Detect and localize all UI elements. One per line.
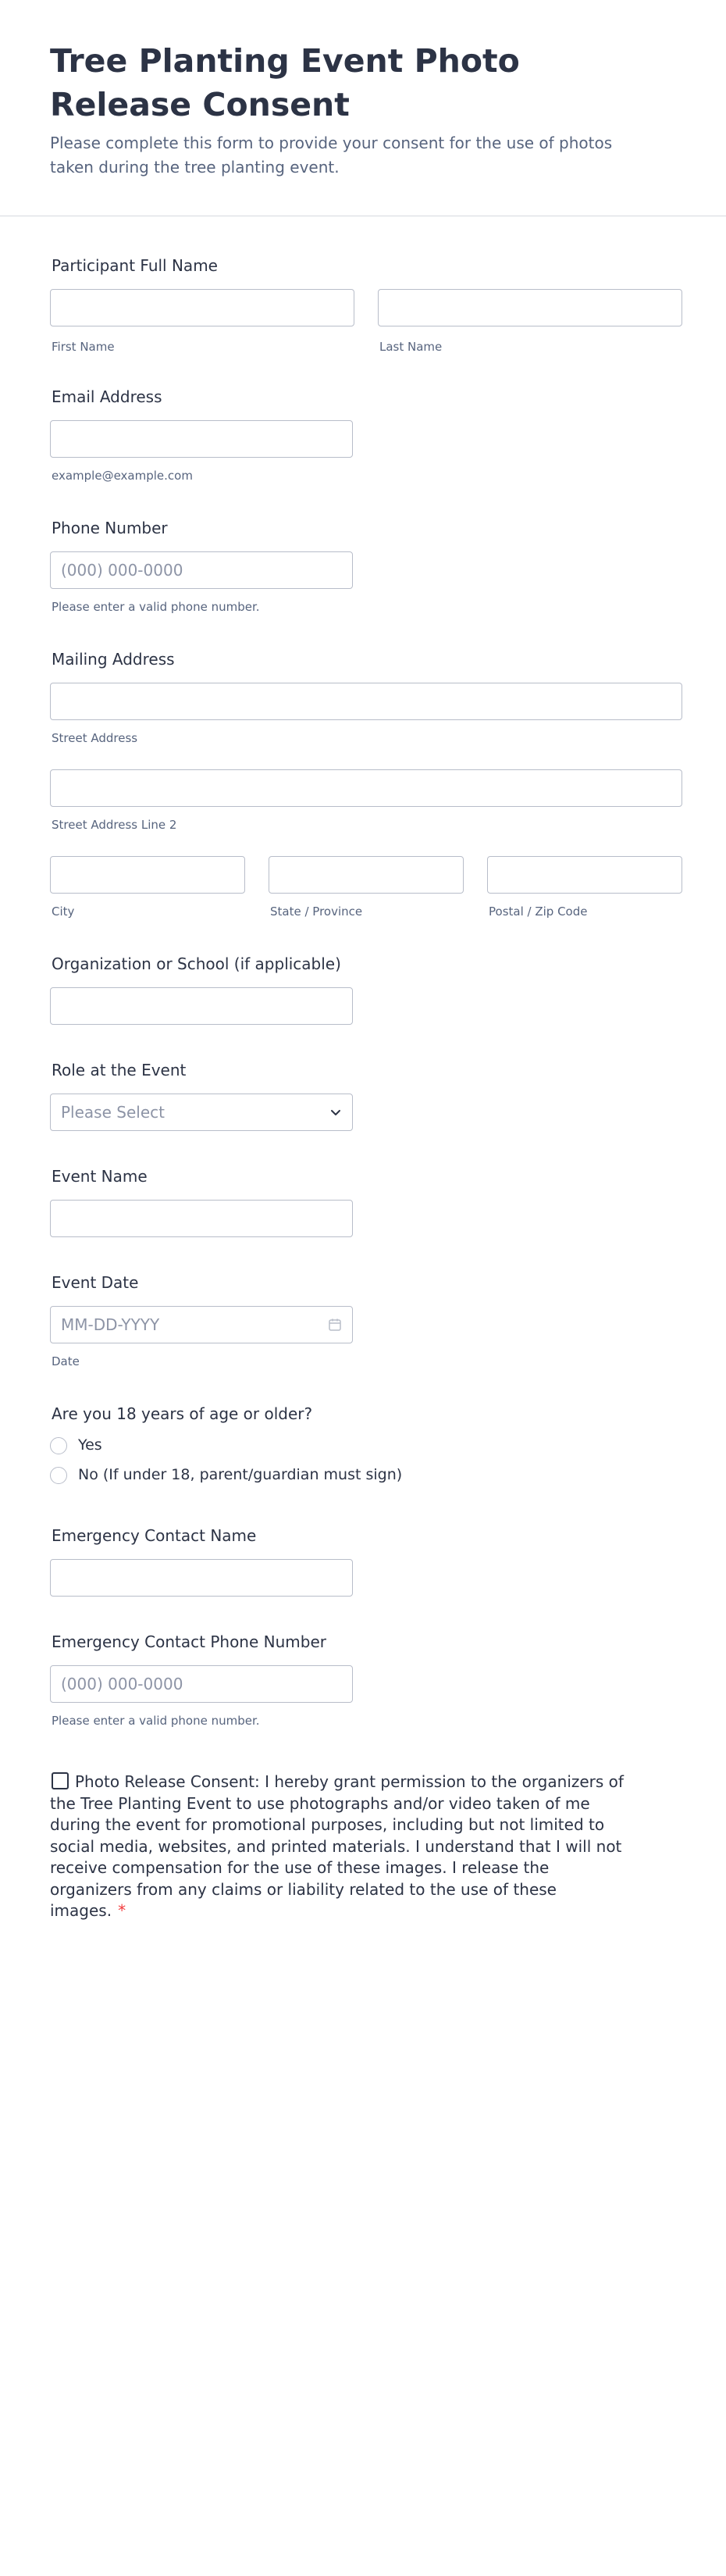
- role-placeholder: Please Select: [61, 1103, 165, 1122]
- age-option-no[interactable]: No (If under 18, parent/guardian must si…: [50, 1465, 440, 1489]
- calendar-icon[interactable]: [327, 1317, 343, 1333]
- emergency-name-field: Emergency Contact Name: [50, 1526, 682, 1604]
- street-address-input[interactable]: [50, 683, 682, 720]
- address-field: Mailing Address Street Address Street Ad…: [50, 650, 682, 923]
- phone-input[interactable]: (000) 000-0000: [50, 551, 353, 589]
- first-name-sublabel: First Name: [52, 340, 115, 354]
- full-name-label: Participant Full Name: [52, 256, 218, 275]
- state-sublabel: State / Province: [270, 904, 363, 919]
- photo-release-consent: Photo Release Consent: I hereby grant pe…: [50, 1771, 628, 1922]
- age-option-label: No (If under 18, parent/guardian must si…: [78, 1466, 403, 1483]
- phone-sublabel: Please enter a valid phone number.: [52, 600, 260, 614]
- age-field: Are you 18 years of age or older? Yes No…: [50, 1404, 682, 1490]
- event-date-field: Event Date MM-DD-YYYY Date: [50, 1273, 682, 1375]
- event-date-sublabel: Date: [52, 1354, 80, 1368]
- street-address-line2-input[interactable]: [50, 769, 682, 807]
- emergency-phone-sublabel: Please enter a valid phone number.: [52, 1714, 260, 1728]
- email-sublabel: example@example.com: [52, 469, 193, 483]
- full-name-field: Participant Full Name First Name Last Na…: [50, 256, 682, 358]
- last-name-sublabel: Last Name: [379, 340, 443, 354]
- age-label: Are you 18 years of age or older?: [52, 1404, 313, 1423]
- street-address-sublabel: Street Address: [52, 731, 138, 745]
- email-field: Email Address example@example.com: [50, 387, 682, 489]
- state-input[interactable]: [269, 856, 464, 894]
- zip-sublabel: Postal / Zip Code: [489, 904, 588, 919]
- age-option-yes[interactable]: Yes: [50, 1436, 284, 1459]
- organization-label: Organization or School (if applicable): [52, 954, 341, 973]
- email-input[interactable]: [50, 420, 353, 458]
- event-name-field: Event Name: [50, 1167, 682, 1245]
- emergency-name-label: Emergency Contact Name: [52, 1526, 257, 1545]
- emergency-name-input[interactable]: [50, 1559, 353, 1597]
- event-name-input[interactable]: [50, 1200, 353, 1237]
- street-address-line2-sublabel: Street Address Line 2: [52, 818, 177, 832]
- form-header: Tree Planting Event Photo Release Consen…: [0, 0, 726, 177]
- page-subtitle: Please complete this form to provide you…: [50, 134, 613, 177]
- event-name-label: Event Name: [52, 1167, 148, 1186]
- event-date-label: Event Date: [52, 1273, 139, 1292]
- phone-label: Phone Number: [52, 519, 168, 537]
- role-label: Role at the Event: [52, 1061, 187, 1079]
- organization-field: Organization or School (if applicable): [50, 954, 682, 1033]
- phone-placeholder: (000) 000-0000: [61, 561, 183, 580]
- zip-input[interactable]: [487, 856, 682, 894]
- email-label: Email Address: [52, 387, 162, 406]
- city-input[interactable]: [50, 856, 245, 894]
- emergency-phone-input[interactable]: (000) 000-0000: [50, 1665, 353, 1703]
- chevron-down-icon: [331, 1110, 340, 1115]
- required-mark: *: [118, 1901, 126, 1920]
- radio-circle[interactable]: [50, 1467, 67, 1484]
- age-option-label: Yes: [78, 1436, 102, 1454]
- phone-field: Phone Number (000) 000-0000 Please enter…: [50, 519, 682, 620]
- event-date-input[interactable]: MM-DD-YYYY: [50, 1306, 353, 1343]
- role-select[interactable]: Please Select: [50, 1094, 353, 1131]
- consent-checkbox[interactable]: [52, 1772, 69, 1789]
- radio-circle[interactable]: [50, 1437, 67, 1454]
- emergency-phone-placeholder: (000) 000-0000: [61, 1675, 183, 1693]
- organization-input[interactable]: [50, 987, 353, 1025]
- emergency-phone-label: Emergency Contact Phone Number: [52, 1632, 326, 1651]
- address-label: Mailing Address: [52, 650, 175, 669]
- emergency-phone-field: Emergency Contact Phone Number (000) 000…: [50, 1632, 682, 1734]
- page-title: Tree Planting Event Photo Release Consen…: [50, 42, 520, 123]
- role-field: Role at the Event Please Select: [50, 1061, 682, 1139]
- city-sublabel: City: [52, 904, 75, 919]
- event-date-placeholder: MM-DD-YYYY: [61, 1315, 160, 1334]
- first-name-input[interactable]: [50, 289, 354, 326]
- consent-text: Photo Release Consent: I hereby grant pe…: [50, 1772, 624, 1920]
- last-name-input[interactable]: [378, 289, 682, 326]
